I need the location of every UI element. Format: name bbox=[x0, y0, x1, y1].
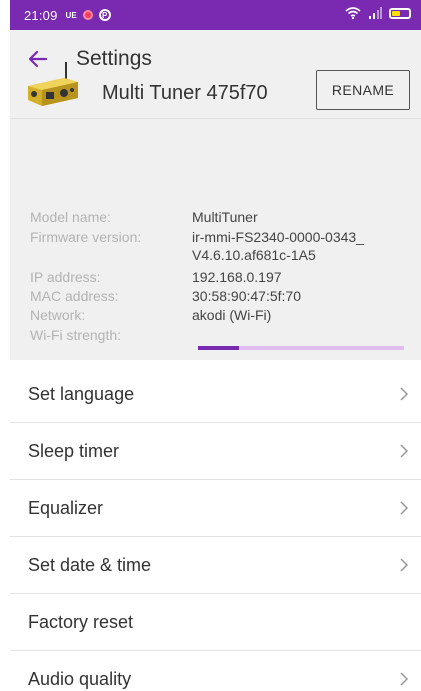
carrier-label: UE bbox=[65, 10, 77, 20]
page-title: Settings bbox=[76, 47, 152, 70]
firmware-version-value: ir-mmi-FS2340-0000-0343_ bbox=[192, 229, 364, 245]
menu-item-label: Set date & time bbox=[28, 554, 152, 575]
radio-device-icon bbox=[28, 62, 78, 106]
mac-address-value: 30:58:90:47:5f:70 bbox=[192, 288, 301, 304]
menu-item-label: Sleep timer bbox=[28, 440, 120, 461]
network-label: Network: bbox=[30, 307, 86, 323]
menu-item-set-date-time[interactable]: Set date & time bbox=[10, 537, 421, 594]
signal-icon bbox=[369, 7, 382, 19]
chevron-right-icon bbox=[400, 387, 409, 401]
parking-icon: P bbox=[98, 9, 111, 21]
chevron-right-icon bbox=[400, 672, 409, 686]
chevron-right-icon bbox=[400, 444, 409, 458]
ip-address-value: 192.168.0.197 bbox=[192, 269, 282, 285]
model-name-label: Model name: bbox=[30, 209, 111, 225]
menu-item-label: Factory reset bbox=[28, 611, 134, 632]
status-icons bbox=[345, 6, 411, 20]
menu-item-sleep-timer[interactable]: Sleep timer bbox=[10, 423, 421, 480]
ip-address-label: IP address: bbox=[30, 269, 101, 285]
mac-address-label: MAC address: bbox=[30, 288, 119, 304]
status-bar: 21:09 UE P bbox=[10, 0, 421, 30]
wifi-strength-bar bbox=[198, 346, 404, 350]
menu-item-factory-reset[interactable]: Factory reset bbox=[10, 594, 421, 651]
chevron-right-icon bbox=[400, 501, 409, 515]
status-time: 21:09 bbox=[24, 7, 58, 23]
wifi-icon bbox=[345, 7, 361, 20]
menu-item-label: Equalizer bbox=[28, 497, 104, 518]
menu-item-label: Set language bbox=[28, 383, 135, 404]
header-divider bbox=[10, 118, 421, 119]
record-indicator-icon bbox=[82, 10, 93, 20]
firmware-version-label: Firmware version: bbox=[30, 229, 142, 245]
firmware-version-value-cont: V4.6.10.af681c-1A5 bbox=[192, 247, 316, 263]
rename-button[interactable]: RENAME bbox=[316, 70, 410, 110]
menu-item-set-language[interactable]: Set language bbox=[10, 366, 421, 423]
menu-item-label: Audio quality bbox=[28, 669, 132, 689]
model-name-value: MultiTuner bbox=[192, 209, 258, 225]
menu-item-equalizer[interactable]: Equalizer bbox=[10, 480, 421, 537]
wifi-strength-label: Wi-Fi strength: bbox=[30, 327, 122, 343]
device-info-panel: Settings Multi Tuner 475f70 RENAME Model… bbox=[10, 30, 421, 360]
battery-icon bbox=[389, 7, 411, 19]
network-value: akodi (Wi-Fi) bbox=[192, 307, 272, 323]
chevron-right-icon bbox=[400, 558, 409, 572]
wifi-strength-fill bbox=[198, 346, 240, 350]
menu-item-audio-quality[interactable]: Audio quality bbox=[10, 651, 421, 691]
device-name: Multi Tuner 475f70 bbox=[102, 82, 268, 104]
